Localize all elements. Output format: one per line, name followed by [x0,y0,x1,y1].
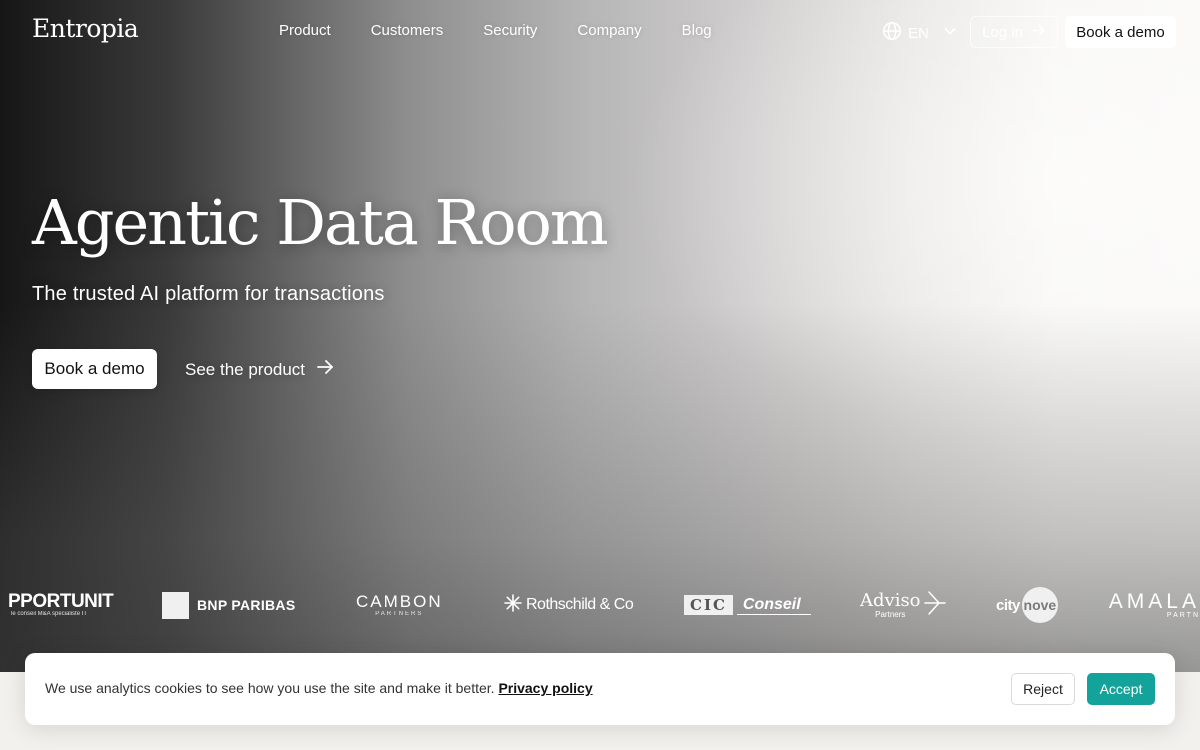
privacy-policy-link[interactable]: Privacy policy [498,680,592,696]
hero-book-demo-button[interactable]: Book a demo [32,349,157,389]
adviso-text: Adviso Partners [860,589,921,619]
client-suffix: Conseil [736,596,811,615]
cookie-message-row: We use analytics cookies to see how you … [45,680,593,696]
see-product-link[interactable]: See the product [185,357,335,382]
client-logo-cambon: CAMBON PARTNERS [356,580,443,630]
client-logo-adviso: Adviso Partners [860,580,947,630]
client-logo-opportunit: PPORTUNIT le conseil M&A spécialiste IT [8,580,114,630]
nav-link-product[interactable]: Product [279,22,331,39]
client-suffix: nove [1021,587,1058,623]
bnp-mark-icon [162,591,189,619]
client-name: Adviso [860,589,921,611]
hero-background-shade [0,0,1200,672]
top-navigation: Entropia Product Customers Security Comp… [0,0,1200,64]
see-product-label: See the product [185,359,306,379]
globe-icon [882,21,902,45]
client-tagline: Partners [875,609,906,619]
client-name: BNP PARIBAS [197,597,296,613]
client-name: city [996,596,1020,614]
arrow-right-icon [1031,23,1046,42]
client-logo-amala: AMALA PARTN [1106,580,1200,630]
reject-cookies-button[interactable]: Reject [1011,673,1075,705]
adviso-arrow-icon [923,590,947,621]
hero-subtitle: The trusted AI platform for transactions [32,283,385,305]
client-name: Rothschild & Co [526,596,634,613]
nav-link-company[interactable]: Company [577,22,641,39]
arrow-right-icon [315,357,335,382]
client-name: CIC [684,595,733,615]
chevron-down-icon [943,24,957,42]
client-tagline: PARTN [1166,611,1200,619]
hero-section: Entropia Product Customers Security Comp… [0,0,1200,672]
client-name: CAMBON [356,592,443,611]
language-label: EN [908,24,929,42]
hero-title: Agentic Data Room [32,186,609,259]
site-logo[interactable]: Entropia [32,14,139,43]
client-tagline: le conseil M&A spécialiste IT [11,611,88,617]
client-logo-cic-conseil: CIC Conseil [684,580,811,630]
client-logo-bnp-paribas: BNP PARIBAS [162,580,295,630]
nav-link-security[interactable]: Security [483,22,537,39]
login-button[interactable]: Log in [970,16,1058,48]
nav-link-customers[interactable]: Customers [371,22,444,39]
nav-book-demo-button[interactable]: Book a demo [1065,16,1176,48]
asterisk-mark-icon [504,593,522,617]
client-logo-citynove: city nove [996,580,1058,630]
language-selector[interactable]: EN [882,21,957,45]
accept-cookies-button[interactable]: Accept [1087,673,1155,705]
cookie-message: We use analytics cookies to see how you … [45,680,495,696]
client-logo-rothschild: Rothschild & Co [504,580,634,630]
nav-link-blog[interactable]: Blog [682,22,712,39]
client-logos-strip: PPORTUNIT le conseil M&A spécialiste IT … [0,580,1200,630]
client-tagline: PARTNERS [375,611,424,617]
login-label: Log in [982,23,1023,41]
client-name: AMALA [1108,589,1200,613]
client-name: PPORTUNIT [8,591,114,612]
nav-links: Product Customers Security Company Blog [279,22,752,39]
cookie-banner: We use analytics cookies to see how you … [25,653,1175,725]
